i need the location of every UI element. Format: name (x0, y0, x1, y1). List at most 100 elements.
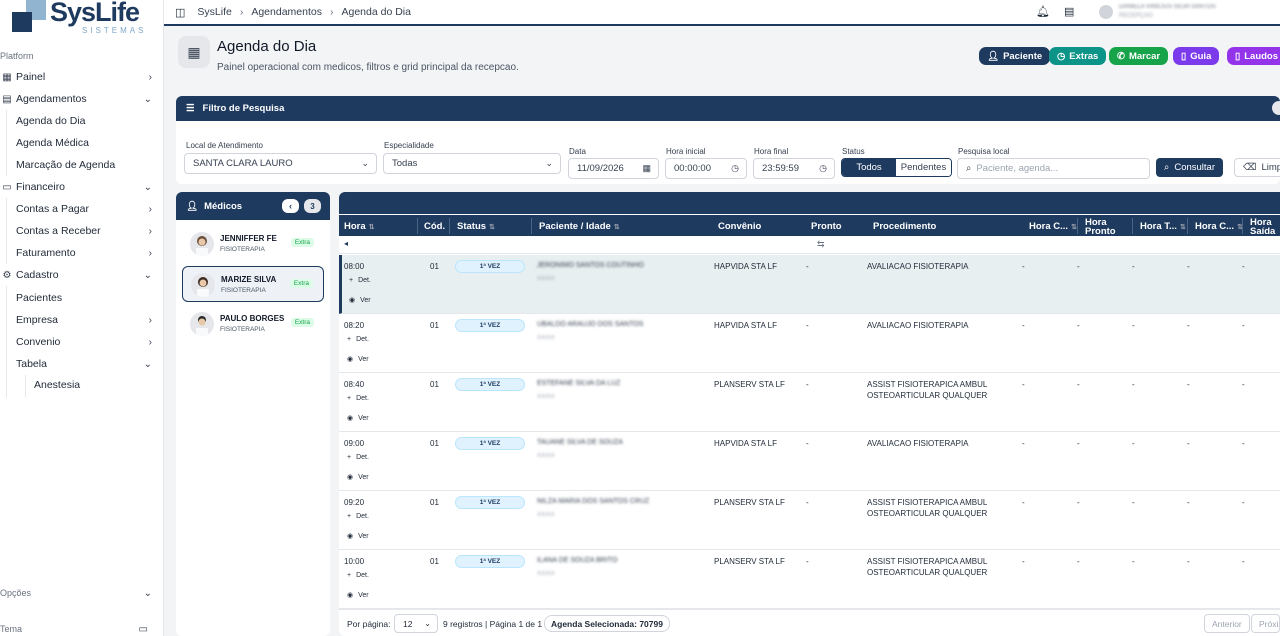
pesquisa-input[interactable]: ⌕ Paciente, agenda... (957, 158, 1150, 179)
sidebar-options[interactable]: Opções ⌄ (0, 582, 164, 604)
table-row[interactable]: 09:20 01 1ª VEZ NILZA MARIA DOS SANTOS C… (339, 491, 1280, 550)
sidebar-item-pacientes[interactable]: Pacientes (0, 287, 164, 309)
col-hora[interactable]: Hora ⇅ (344, 222, 375, 232)
det-button[interactable]: + Det. (347, 572, 369, 579)
ver-button[interactable]: ◉ Ver (347, 414, 369, 423)
calendar-icon: ▤ (2, 93, 12, 105)
sidebar-item-label: Contas a Receber (16, 225, 101, 237)
theme-label: Tema (0, 624, 23, 634)
laudos-button[interactable]: ▯ Laudos (1227, 47, 1280, 65)
plus-icon: + (347, 454, 352, 461)
det-button[interactable]: + Det. (347, 513, 369, 520)
table-row[interactable]: 08:20 01 1ª VEZ UBALDO ARAUJO DOS SANTOS… (339, 314, 1280, 373)
sidebar-item-contas-receber[interactable]: Contas a Receber › (0, 220, 164, 242)
col-hora-chegada[interactable]: Hora C... ⇅ (1029, 222, 1077, 232)
cell-hora-chegada: - (1022, 380, 1025, 389)
per-page-select[interactable]: 12 ⌄ (394, 614, 438, 633)
det-button[interactable]: + Det. (349, 277, 371, 284)
medico-card[interactable]: PAULO BORGES FISIOTERAPIA Extra (182, 306, 324, 342)
breadcrumb-item[interactable]: Agendamentos (251, 6, 322, 18)
medicos-header: 👤︎ Médicos ‹ 3 (176, 192, 330, 220)
ver-button[interactable]: ◉ Ver (347, 355, 369, 364)
ver-button[interactable]: ◉ Ver (349, 296, 371, 305)
extras-button[interactable]: ◷ Extras (1049, 47, 1107, 65)
det-button[interactable]: + Det. (347, 336, 369, 343)
sidebar-item-tabela[interactable]: Tabela ⌄ (0, 353, 164, 375)
local-select[interactable]: SANTA CLARA LAURO ⌄ (184, 153, 377, 174)
det-button[interactable]: + Det. (347, 395, 369, 402)
scroll-left-icon[interactable]: ◂ (344, 239, 348, 248)
chevron-left-icon[interactable]: ‹ (282, 199, 299, 213)
sidebar-item-anestesia[interactable]: Anestesia (0, 374, 164, 396)
sidebar-item-painel[interactable]: ▦ Painel › (0, 66, 164, 88)
sidebar-item-agendamentos[interactable]: ▤ Agendamentos ⌄ (0, 88, 164, 110)
sidebar-item-convenio[interactable]: Convenio › (0, 331, 164, 353)
status-pendentes[interactable]: Pendentes (896, 159, 951, 176)
sidebar-theme[interactable]: Tema ▭ (0, 618, 164, 636)
proxima-button[interactable]: Próxima (1251, 614, 1280, 633)
medico-name: JENNIFFER FE (220, 234, 277, 243)
ver-button[interactable]: ◉ Ver (347, 532, 369, 541)
col-hora-t[interactable]: Hora T... ⇅ (1140, 222, 1186, 232)
col-hora-saida[interactable]: Hora Saída (1250, 218, 1280, 237)
sidebar-item-label: Convenio (16, 336, 61, 348)
guia-button[interactable]: ▯ Guia (1173, 47, 1220, 65)
sidebar-toggle-icon[interactable]: ◫ (175, 6, 185, 19)
resize-icon[interactable]: ⇆ (817, 239, 825, 250)
hora-inicial-input[interactable]: 00:00:00 ◷ (665, 158, 747, 179)
medico-card-selected[interactable]: MARIZE SILVA FISIOTERAPIA Extra (182, 266, 324, 302)
hora-final-input[interactable]: 23:59:59 ◷ (753, 158, 835, 179)
ver-button[interactable]: ◉ Ver (347, 591, 369, 600)
breadcrumb-separator-icon: › (329, 6, 334, 18)
anterior-button[interactable]: Anterior (1204, 614, 1250, 633)
table-row[interactable]: 08:40 01 1ª VEZ ESTEFANE SILVA DA LUZ XX… (339, 373, 1280, 432)
sidebar: SysLife SISTEMAS Platform ▦ Painel › ▤ Agen… (0, 0, 164, 636)
sidebar-item-cadastro[interactable]: ⚙ Cadastro ⌄ (0, 264, 164, 286)
button-label: Consultar (1174, 162, 1215, 173)
message-icon[interactable]: ▤ (1064, 5, 1074, 18)
col-hora-pronto[interactable]: Hora Pronto (1085, 218, 1133, 237)
medico-card[interactable]: JENNIFFER FE FISIOTERAPIA Extra (182, 226, 324, 262)
col-procedimento[interactable]: Procedimento (873, 222, 936, 232)
table-row[interactable]: 08:00 01 1ª VEZ JERONIMO SANTOS COUTINHO… (339, 255, 1280, 314)
paciente-button[interactable]: 👤︎ Paciente (979, 47, 1051, 65)
status-badge: 1ª VEZ (455, 378, 525, 391)
cell-hora-c2: - (1187, 380, 1190, 389)
ver-button[interactable]: ◉ Ver (347, 473, 369, 482)
cell-hora-pronto: - (1077, 262, 1080, 271)
col-cod[interactable]: Cód. (424, 222, 445, 232)
chevron-down-icon: ⌄ (143, 93, 152, 105)
det-button[interactable]: + Det. (347, 454, 369, 461)
sidebar-item-empresa[interactable]: Empresa › (0, 309, 164, 331)
bell-icon[interactable]: 🔔︎ (1036, 5, 1050, 18)
col-hora-c2[interactable]: Hora C... ⇅ (1195, 222, 1243, 232)
data-label: Data (569, 147, 586, 156)
consultar-button[interactable]: ⌕ Consultar (1156, 158, 1223, 177)
cell-procedimento: AVALIACAO FISIOTERAPIA (867, 321, 969, 330)
collapse-filter-button[interactable] (1272, 101, 1280, 115)
col-convenio[interactable]: Convênio (718, 222, 761, 232)
table-row[interactable]: 10:00 01 1ª VEZ ILANA DE SOUZA BRITO XX/… (339, 550, 1280, 609)
marcar-button[interactable]: ✆ Marcar (1109, 47, 1169, 65)
col-status[interactable]: Status ⇅ (457, 222, 495, 232)
sidebar-item-contas-pagar[interactable]: Contas a Pagar › (0, 198, 164, 220)
sidebar-item-agenda-do-dia[interactable]: Agenda do Dia (0, 110, 164, 132)
user-menu[interactable]: DANIELA VINICIUS SILVA SANTOS RECEPÇÃO (1095, 2, 1280, 24)
col-paciente[interactable]: Paciente / Idade ⇅ (539, 222, 620, 232)
col-pronto[interactable]: Pronto (811, 222, 842, 232)
cell-procedimento: ASSIST FISIOTERAPICA AMBUL (867, 557, 988, 566)
medico-spec: FISIOTERAPIA (220, 326, 265, 333)
sidebar-item-agenda-medica[interactable]: Agenda Médica (0, 132, 164, 154)
table-row[interactable]: 09:00 01 1ª VEZ TAUANE SILVA DE SOUZA XX… (339, 432, 1280, 491)
patient-name: TAUANE SILVA DE SOUZA (537, 439, 623, 446)
breadcrumb-separator-icon: › (239, 6, 244, 18)
sidebar-item-financeiro[interactable]: ▭ Financeiro ⌄ (0, 176, 164, 198)
status-todos[interactable]: Todos (842, 159, 897, 176)
limpar-button[interactable]: ⌫ Limpar (1234, 158, 1280, 177)
data-input[interactable]: 11/09/2026 ▦ (568, 158, 659, 179)
especialidade-select[interactable]: Todas ⌄ (383, 153, 561, 174)
det-label: Det. (358, 277, 371, 284)
breadcrumb-item[interactable]: SysLife (197, 6, 231, 18)
sidebar-item-marcacao-agenda[interactable]: Marcação de Agenda (0, 154, 164, 176)
sidebar-item-faturamento[interactable]: Faturamento › (0, 242, 164, 264)
